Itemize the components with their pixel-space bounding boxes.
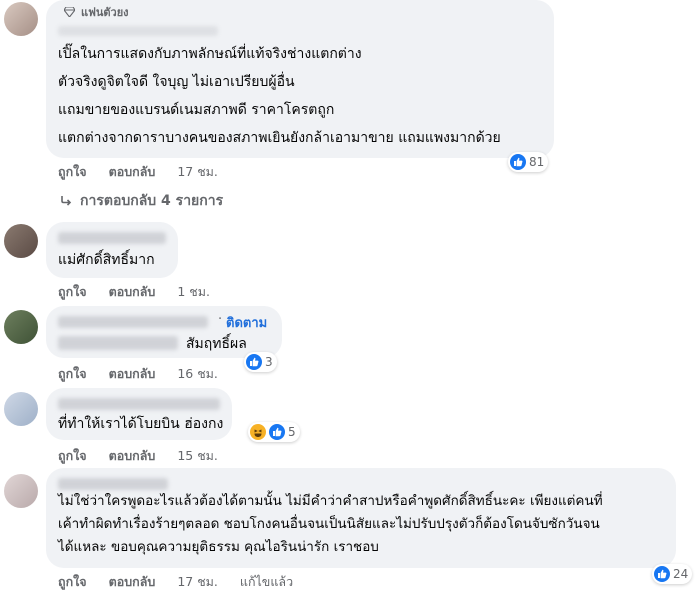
comment-line: แม่ศักดิ์สิทธิ์มาก	[58, 252, 155, 268]
comment-actions: ถูกใจ ตอบกลับ 17 ชม.	[58, 162, 218, 182]
timestamp[interactable]: 17 ชม.	[177, 162, 218, 182]
reaction-count: 24	[673, 567, 689, 581]
timestamp[interactable]: 1 ชม.	[177, 282, 210, 302]
avatar[interactable]	[4, 392, 38, 426]
comment-line: เปิ๊ลในการแสดงกับภาพลักษณ์ที่แท้จริงช่าง…	[58, 46, 362, 62]
haha-reaction-icon	[250, 424, 266, 440]
reply-button[interactable]: ตอบกลับ	[109, 446, 156, 466]
like-button[interactable]: ถูกใจ	[58, 282, 87, 302]
like-reaction-icon	[510, 154, 526, 170]
reaction-count: 5	[288, 425, 296, 439]
diamond-icon	[64, 7, 75, 17]
comment-actions: ถูกใจ ตอบกลับ 15 ชม.	[58, 446, 218, 466]
avatar[interactable]	[4, 474, 38, 508]
blurred-name	[58, 26, 218, 36]
like-button[interactable]: ถูกใจ	[58, 446, 87, 466]
like-reaction-icon	[246, 354, 262, 370]
reply-arrow-icon	[61, 196, 72, 206]
avatar[interactable]	[4, 2, 38, 36]
timestamp[interactable]: 16 ชม.	[177, 364, 218, 384]
comment-line: สัมฤทธิ์ผล	[186, 336, 247, 352]
replies-count-label: การตอบกลับ 4 รายการ	[80, 193, 224, 209]
like-button[interactable]: ถูกใจ	[58, 572, 87, 592]
comment-actions: ถูกใจ ตอบกลับ 17 ชม. แก้ไขแล้ว	[58, 572, 293, 592]
avatar[interactable]	[4, 224, 38, 258]
comment-actions: ถูกใจ ตอบกลับ 16 ชม.	[58, 364, 218, 384]
separator-dot: ·	[218, 312, 223, 327]
reply-button[interactable]: ตอบกลับ	[109, 572, 156, 592]
commenter-name[interactable]: แฟนตัวยง	[58, 3, 129, 21]
reaction-summary[interactable]: 5	[248, 422, 300, 442]
comment-bubble: แฟนตัวยง เปิ๊ลในการแสดงกับภาพลักษณ์ที่แท…	[46, 0, 554, 158]
comment-line: ที่ทำให้เราได้โบยบิน ฮ่องกง	[58, 416, 224, 432]
comment-line: ไม่ใช่ว่าใครพูดอะไรแล้วต้องได้ตามนั้น ไม…	[58, 493, 603, 509]
like-button[interactable]: ถูกใจ	[58, 364, 87, 384]
comment-line: ตัวจริงดูจิตใจดี ใจบุญ ไม่เอาเปรียบผู้อื…	[58, 74, 295, 90]
reaction-summary[interactable]: 3	[244, 352, 277, 372]
blurred-name	[58, 336, 178, 350]
edited-label: แก้ไขแล้ว	[239, 574, 294, 589]
reply-button[interactable]: ตอบกลับ	[109, 162, 156, 182]
comment-line: เค้าทำผิดทำเรื่องร้ายๆตลอด ชอบโกงคนอื่นจ…	[58, 516, 600, 532]
reaction-summary[interactable]: 24	[652, 564, 693, 584]
comment-actions: ถูกใจ ตอบกลับ 1 ชม.	[58, 282, 210, 302]
like-reaction-icon	[654, 566, 670, 582]
comment-bubble: · ติดตาม สัมฤทธิ์ผล	[46, 306, 282, 358]
comment-bubble: แม่ศักดิ์สิทธิ์มาก	[46, 222, 178, 278]
view-replies-link[interactable]: การตอบกลับ 4 รายการ	[60, 190, 223, 212]
like-button[interactable]: ถูกใจ	[58, 162, 87, 182]
avatar[interactable]	[4, 310, 38, 344]
timestamp[interactable]: 17 ชม.	[177, 572, 218, 592]
blurred-name[interactable]	[58, 478, 168, 490]
reply-button[interactable]: ตอบกลับ	[109, 282, 156, 302]
like-reaction-icon	[269, 424, 285, 440]
blurred-name[interactable]	[58, 232, 166, 244]
comment-bubble: ที่ทำให้เราได้โบยบิน ฮ่องกง	[46, 388, 232, 440]
reaction-summary[interactable]: 81	[508, 152, 549, 172]
fan-badge: แฟนตัวยง	[81, 6, 129, 19]
comment-bubble: ไม่ใช่ว่าใครพูดอะไรแล้วต้องได้ตามนั้น ไม…	[46, 468, 676, 568]
comment-line: แตกต่างจากดาราบางคนของสภาพเยินยังกล้าเอา…	[58, 130, 501, 146]
comment-line: ได้แหละ ขอบคุณความยุติธรรม คุณไอรินน่ารั…	[58, 539, 379, 555]
reaction-count: 3	[265, 355, 273, 369]
comment-line: แถมขายของแบรนด์เนมสภาพดี ราคาโครตถูก	[58, 102, 335, 118]
blurred-name[interactable]	[58, 398, 220, 410]
blurred-name[interactable]	[58, 316, 208, 328]
reaction-count: 81	[529, 155, 545, 169]
reply-button[interactable]: ตอบกลับ	[109, 364, 156, 384]
timestamp[interactable]: 15 ชม.	[177, 446, 218, 466]
